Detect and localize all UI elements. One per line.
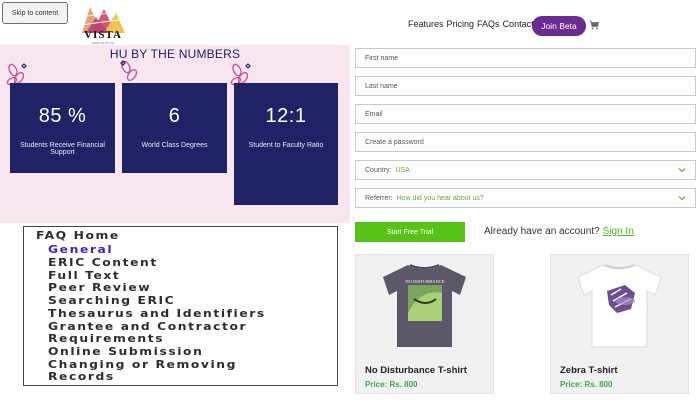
stat-card-faculty-ratio: 12:1 Student to Faculty Ratio <box>234 83 338 205</box>
nav-features[interactable]: Features <box>408 19 444 29</box>
stat-label: Students Receive Financial Support <box>20 142 105 156</box>
last-name-placeholder: Last name <box>365 82 398 90</box>
first-name-placeholder: First name <box>365 54 399 62</box>
stat-value: 85 % <box>38 105 87 127</box>
account-text: Already have an account? <box>484 226 600 237</box>
product-image[interactable] <box>551 255 688 355</box>
start-free-trial-button[interactable]: Start Free Trial <box>355 222 465 242</box>
country-label: Country: <box>365 166 392 174</box>
referrer-value: How did you hear about us? <box>396 194 484 202</box>
stat-card-financial-support: 85 % Students Receive Financial Support <box>10 83 115 173</box>
chevron-down-icon <box>678 168 686 173</box>
vista-logo[interactable]: VISTA SHOP IN STYLE <box>79 5 127 45</box>
email-placeholder: Email <box>365 110 383 118</box>
nav-faqs[interactable]: FAQs <box>477 19 500 29</box>
referrer-label: Referrer: <box>365 194 393 202</box>
stat-card-degrees: 6 World Class Degrees <box>122 83 227 173</box>
logo-name: VISTA <box>84 29 122 41</box>
tshirt-dark-image: NO DISTURBANCE <box>383 264 466 347</box>
faq-item-online-submission[interactable]: Online Submission <box>48 346 203 358</box>
faq-item-general[interactable]: General <box>48 244 113 256</box>
nav-contact[interactable]: Contact <box>503 19 534 29</box>
product-card-zebra[interactable]: Zebra T-shirt Price: Rs. 800 <box>550 254 689 394</box>
faq-item-requirements[interactable]: Requirements <box>48 333 164 345</box>
stats-panel: HU BY THE NUMBERS 85 % Students Receive … <box>0 45 350 223</box>
faq-item-thesaurus[interactable]: Thesaurus and Identifiers <box>48 308 266 320</box>
skip-to-content-link[interactable]: Skip to content <box>2 2 68 24</box>
chevron-down-icon <box>678 196 686 201</box>
tshirt-white-image <box>577 264 662 348</box>
password-placeholder: Create a password <box>365 138 424 146</box>
faq-item-eric-content[interactable]: ERIC Content <box>48 257 158 269</box>
first-name-field[interactable]: First name <box>355 48 696 68</box>
svg-text:NO DISTURBANCE: NO DISTURBANCE <box>405 279 444 284</box>
country-value: USA <box>395 166 410 174</box>
sign-in-link[interactable]: Sign In <box>603 226 634 237</box>
product-name: No Disturbance T-shirt <box>365 365 467 376</box>
product-card-no-disturbance[interactable]: NO DISTURBANCE No Disturbance T-shirt Pr… <box>355 254 494 394</box>
stat-label: Student to Faculty Ratio <box>248 142 324 149</box>
stat-value: 6 <box>168 105 181 127</box>
product-price: Price: Rs. 800 <box>560 380 613 389</box>
main-nav: Features Pricing FAQs Contact <box>408 19 534 29</box>
faq-menu: FAQ Home General ERIC Content Full Text … <box>23 226 338 386</box>
referrer-select[interactable]: Referrer: How did you hear about us? <box>355 188 696 208</box>
flower-decoration-icon <box>120 60 138 82</box>
cart-icon[interactable] <box>589 20 599 30</box>
nav-pricing[interactable]: Pricing <box>447 19 475 29</box>
join-beta-button[interactable]: Join Beta <box>532 16 586 36</box>
product-image[interactable]: NO DISTURBANCE <box>356 255 493 355</box>
stat-label: World Class Degrees <box>141 142 208 149</box>
product-price: Price: Rs. 800 <box>365 380 418 389</box>
email-field[interactable]: Email <box>355 104 696 124</box>
country-select[interactable]: Country: USA <box>355 160 696 180</box>
stat-value: 12:1 <box>265 105 307 127</box>
faq-item-searching-eric[interactable]: Searching ERIC <box>48 295 175 307</box>
product-name: Zebra T-shirt <box>560 365 618 376</box>
page: Skip to content VISTA SHOP IN STYLE Feat… <box>0 0 700 400</box>
faq-item-home[interactable]: FAQ Home <box>36 230 120 242</box>
password-field[interactable]: Create a password <box>355 132 696 152</box>
stats-title: HU BY THE NUMBERS <box>109 47 241 61</box>
account-prompt: Already have an account? Sign In <box>484 226 634 237</box>
faq-item-peer-review[interactable]: Peer Review <box>48 282 151 294</box>
last-name-field[interactable]: Last name <box>355 76 696 96</box>
faq-item-records[interactable]: Records <box>48 371 115 383</box>
